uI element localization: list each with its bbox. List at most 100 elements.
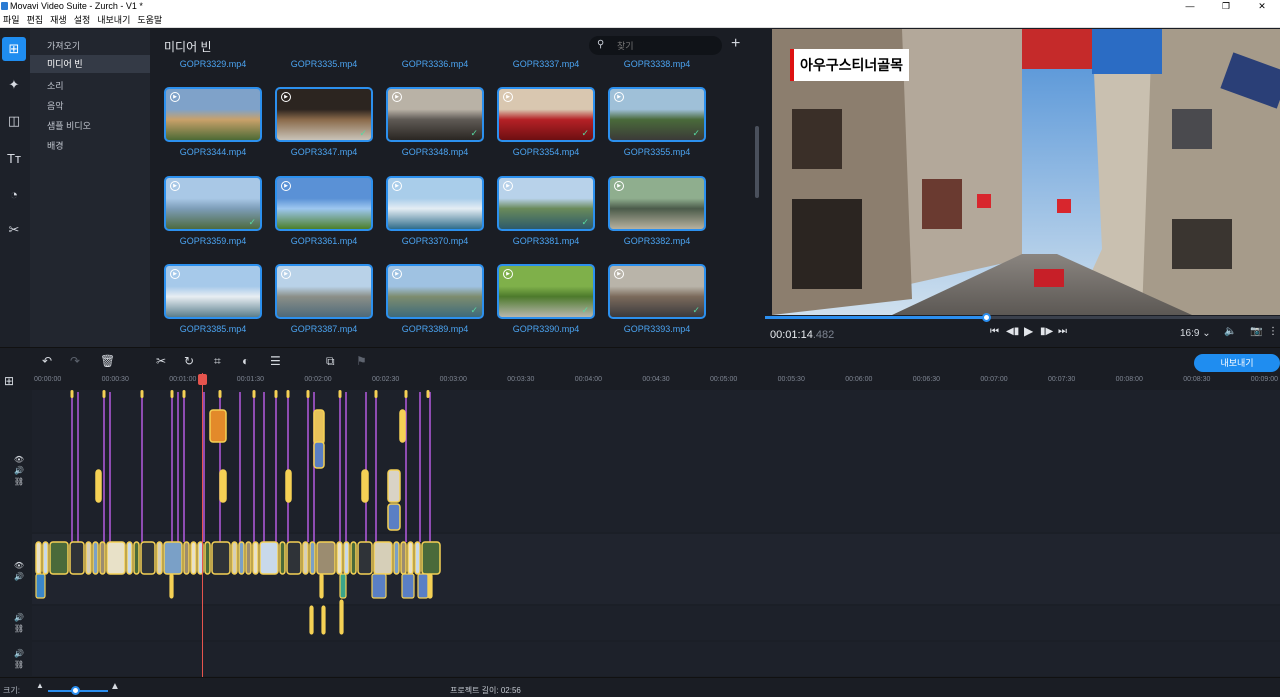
overlay-marker[interactable] <box>286 390 290 398</box>
media-thumbnail[interactable]: ▶ <box>164 87 262 142</box>
video-clip[interactable] <box>156 541 163 575</box>
media-thumbnail[interactable]: ▶ <box>164 264 262 319</box>
video-clip[interactable] <box>190 541 197 575</box>
import-media-icon[interactable]: ⊞ <box>2 37 26 61</box>
transitions-icon[interactable]: ◫ <box>2 109 26 133</box>
overlay-marker[interactable] <box>404 390 408 398</box>
overlay-marker[interactable] <box>218 390 222 398</box>
overlay-track-header[interactable]: 👁 🔊 ⛓ <box>0 454 30 487</box>
video-clip[interactable] <box>106 541 126 575</box>
media-filename[interactable]: GOPR3336.mp4 <box>385 59 485 69</box>
audio-clip[interactable] <box>427 573 433 599</box>
audio-clip[interactable] <box>401 573 415 599</box>
overlay-marker[interactable] <box>102 390 106 398</box>
video-clip[interactable] <box>421 541 441 575</box>
overlay-icon[interactable]: ⧉ <box>326 354 335 369</box>
media-filename[interactable]: GOPR3359.mp4 <box>163 236 263 246</box>
media-filename[interactable]: GOPR3390.mp4 <box>496 324 596 334</box>
video-clip[interactable] <box>373 541 393 575</box>
menu-export[interactable]: 내보내기 <box>97 15 130 25</box>
overlay-marker[interactable] <box>274 390 278 398</box>
audio-clip[interactable] <box>339 599 344 635</box>
media-filename[interactable]: GOPR3387.mp4 <box>274 324 374 334</box>
redo-icon[interactable]: ↷ <box>70 354 80 368</box>
add-media-button[interactable]: + <box>731 35 740 53</box>
audio-clip[interactable] <box>417 573 429 599</box>
video-clip[interactable] <box>414 541 421 575</box>
overlay-clip[interactable] <box>219 469 227 503</box>
rotate-icon[interactable]: ↻ <box>184 354 194 368</box>
media-thumbnail[interactable]: ▶ ✓ <box>608 264 706 319</box>
step-forward-icon[interactable]: ▮▶ <box>1040 326 1053 337</box>
cut-icon[interactable]: ✂ <box>156 354 166 368</box>
video-clip[interactable] <box>393 541 400 575</box>
overlay-marker[interactable] <box>252 390 256 398</box>
snapshot-icon[interactable]: 📷 <box>1250 326 1262 337</box>
category-music[interactable]: 음악 <box>47 99 64 112</box>
media-thumbnail[interactable]: ▶ ✓ <box>386 87 484 142</box>
menu-playback[interactable]: 재생 <box>50 15 67 25</box>
video-clip[interactable] <box>357 541 373 575</box>
menu-file[interactable]: 파일 <box>3 15 20 25</box>
overlay-clip[interactable] <box>387 503 401 531</box>
zoom-knob[interactable] <box>71 686 80 695</box>
category-sounds[interactable]: 소리 <box>47 79 64 92</box>
timeline-clips[interactable] <box>32 390 1280 677</box>
media-thumbnail[interactable]: ▶ ✓ <box>386 264 484 319</box>
titles-icon[interactable]: Tт <box>2 146 26 170</box>
progress-knob[interactable] <box>982 313 992 322</box>
overlay-marker[interactable] <box>426 390 430 398</box>
overlay-marker[interactable] <box>70 390 74 398</box>
skip-back-icon[interactable]: ⏮ <box>990 326 999 337</box>
media-filename[interactable]: GOPR3361.mp4 <box>274 236 374 246</box>
video-clip[interactable] <box>85 541 92 575</box>
export-button[interactable]: 내보내기 <box>1194 354 1280 372</box>
media-filename[interactable]: GOPR3389.mp4 <box>385 324 485 334</box>
video-clip[interactable] <box>286 541 302 575</box>
video-clip[interactable] <box>259 541 279 575</box>
category-import[interactable]: 가져오기 <box>47 39 80 52</box>
media-filename[interactable]: GOPR3338.mp4 <box>607 59 707 69</box>
timeline-ruler[interactable]: ⊞ 00:00:00 00:00:30 00:01:00 00:01:30 00:02:… <box>0 374 1280 390</box>
audio-track-2-header[interactable]: 🔊 ⛓ <box>0 648 30 670</box>
media-filename[interactable]: GOPR3348.mp4 <box>385 147 485 157</box>
video-clip[interactable] <box>92 541 99 575</box>
video-clip[interactable] <box>133 541 140 575</box>
close-button[interactable]: ✕ <box>1244 0 1280 12</box>
video-clip[interactable] <box>163 541 183 575</box>
video-clip[interactable] <box>400 541 407 575</box>
media-filename[interactable]: GOPR3393.mp4 <box>607 324 707 334</box>
overlay-marker[interactable] <box>306 390 310 398</box>
video-clip[interactable] <box>343 541 350 575</box>
menu-settings[interactable]: 설정 <box>74 15 91 25</box>
aspect-ratio-select[interactable]: 16:9 ⌄ <box>1180 328 1211 339</box>
undo-icon[interactable]: ↶ <box>42 354 52 368</box>
media-thumbnail[interactable]: ▶ ✓ <box>497 176 595 231</box>
video-clip[interactable] <box>183 541 190 575</box>
menu-help[interactable]: 도움말 <box>137 15 162 25</box>
audio-clip[interactable] <box>319 573 324 599</box>
video-preview[interactable]: 아우구스티너골목 <box>772 29 1280 315</box>
minimize-button[interactable]: — <box>1172 0 1208 12</box>
video-clip[interactable] <box>245 541 252 575</box>
video-clip[interactable] <box>231 541 238 575</box>
media-thumbnail[interactable]: ▶ ✓ <box>164 176 262 231</box>
video-clip[interactable] <box>316 541 336 575</box>
video-clip[interactable] <box>49 541 69 575</box>
category-backgrounds[interactable]: 배경 <box>47 139 64 152</box>
zoom-out-icon[interactable]: ▲ <box>36 681 44 690</box>
video-clip[interactable] <box>140 541 156 575</box>
volume-icon[interactable]: 🔈 <box>1224 326 1236 337</box>
media-thumbnail[interactable]: ▶ ✓ <box>275 87 373 142</box>
audio-clip[interactable] <box>169 573 174 599</box>
video-clip[interactable] <box>211 541 231 575</box>
media-filename[interactable]: GOPR3337.mp4 <box>496 59 596 69</box>
media-thumbnail[interactable]: ▶ ✓ <box>497 264 595 319</box>
search-input[interactable] <box>617 38 712 53</box>
media-filename[interactable]: GOPR3344.mp4 <box>163 147 263 157</box>
video-clip[interactable] <box>252 541 259 575</box>
delete-icon[interactable]: 🗑 <box>100 354 115 368</box>
skip-forward-icon[interactable]: ⏭ <box>1058 326 1067 337</box>
video-clip[interactable] <box>35 541 42 575</box>
audio-clip[interactable] <box>321 605 326 635</box>
